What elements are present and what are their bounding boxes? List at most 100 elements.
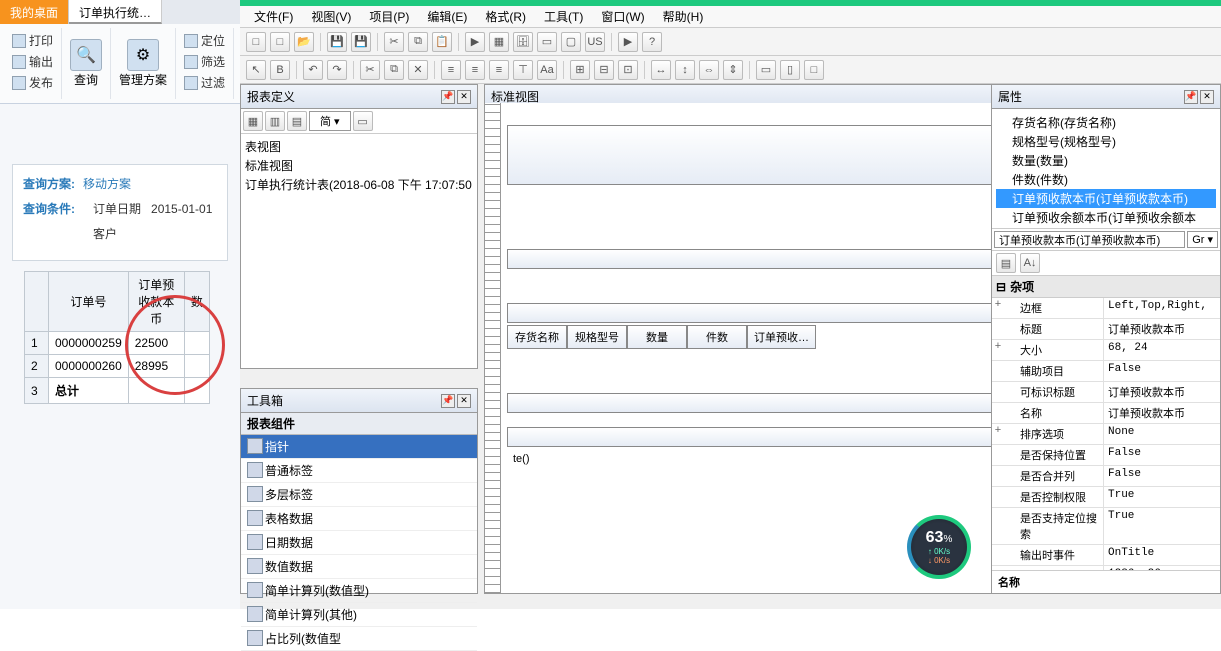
pin-icon[interactable]: 📌	[441, 90, 455, 104]
property-row[interactable]: 辅助项目False	[992, 361, 1220, 382]
property-value[interactable]: 订单预收款本币	[1104, 319, 1220, 339]
toolbox-item[interactable]: 简单计算列(数值型)	[241, 579, 477, 603]
property-row[interactable]: 是否保持位置False	[992, 445, 1220, 466]
property-row[interactable]: 名称订单预收款本币	[992, 403, 1220, 424]
col-prepay[interactable]: 订单预收款本币	[128, 272, 184, 332]
ribbon-locate[interactable]: 定位	[182, 30, 227, 51]
toolbox-item[interactable]: 指针	[241, 435, 477, 459]
copy2-icon[interactable]: ⧉	[384, 60, 404, 80]
size3-icon[interactable]: □	[804, 60, 824, 80]
field-tree-item[interactable]: 数量(数量)	[996, 151, 1216, 170]
menu-format[interactable]: 格式(R)	[477, 6, 534, 27]
align-right-icon[interactable]: ≡	[489, 60, 509, 80]
ribbon-publish[interactable]: 发布	[10, 72, 55, 93]
tab-desktop[interactable]: 我的桌面	[0, 0, 69, 24]
rpt-btn3[interactable]: ▤	[287, 111, 307, 131]
grid-icon[interactable]: ▦	[489, 32, 509, 52]
expand-icon[interactable]: +	[992, 424, 1004, 444]
property-row[interactable]: 可标识标题订单预收款本币	[992, 382, 1220, 403]
pin-icon[interactable]: 📌	[441, 394, 455, 408]
property-value[interactable]: Left,Top,Right,	[1104, 298, 1220, 318]
close-icon[interactable]: ✕	[457, 394, 471, 408]
expand-icon[interactable]	[992, 403, 1004, 423]
ribbon-plan[interactable]: ⚙ 管理方案	[111, 28, 176, 99]
property-value[interactable]: False	[1104, 361, 1220, 381]
layout3-icon[interactable]: ⊡	[618, 60, 638, 80]
col-orderno[interactable]: 订单号	[49, 272, 129, 332]
property-value[interactable]: 订单预收款本币	[1104, 382, 1220, 402]
menu-tools[interactable]: 工具(T)	[536, 6, 591, 27]
table-row[interactable]: 2 0000000260 28995	[25, 355, 210, 378]
redo-icon[interactable]: ↷	[327, 60, 347, 80]
help-icon[interactable]: ?	[642, 32, 662, 52]
toolbox-item[interactable]: 日期数据	[241, 531, 477, 555]
property-row[interactable]: +大小68, 24	[992, 340, 1220, 361]
design-column-header[interactable]: 存货名称	[507, 325, 567, 349]
tab-order[interactable]: 订单执行统…	[69, 0, 162, 24]
menu-project[interactable]: 项目(P)	[361, 6, 417, 27]
open-icon[interactable]: 📂	[294, 32, 314, 52]
rpt-line3[interactable]: 订单执行统计表(2018-06-08 下午 17:07:50	[245, 176, 473, 195]
saveall-icon[interactable]: 💾	[351, 32, 371, 52]
property-row[interactable]: +边框Left,Top,Right,	[992, 298, 1220, 319]
field-tree-item[interactable]: 规格型号(规格型号)	[996, 132, 1216, 151]
ribbon-export[interactable]: 输出	[10, 51, 55, 72]
paste-icon[interactable]: 📋	[432, 32, 452, 52]
expand-icon[interactable]	[992, 382, 1004, 402]
query-date-value[interactable]: 2015-01-01	[151, 202, 212, 216]
delete-icon[interactable]: ✕	[408, 60, 428, 80]
menu-window[interactable]: 窗口(W)	[593, 6, 652, 27]
expand-icon[interactable]	[992, 466, 1004, 486]
cut-icon[interactable]: ✂	[384, 32, 404, 52]
rpt-dropdown[interactable]: 简 ▾	[309, 111, 351, 131]
field-tree[interactable]: 存货名称(存货名称)规格型号(规格型号)数量(数量)件数(件数)订单预收款本币(…	[992, 109, 1220, 229]
font-icon[interactable]: Aa	[537, 60, 557, 80]
pin-icon[interactable]: 📌	[1184, 90, 1198, 104]
property-row[interactable]: 输出时事件OnTitle	[992, 545, 1220, 566]
property-row[interactable]: 是否合并列False	[992, 466, 1220, 487]
property-value[interactable]: None	[1104, 424, 1220, 444]
spacing2-icon[interactable]: ↕	[675, 60, 695, 80]
toolbox-item[interactable]: 占比列(数值型	[241, 627, 477, 651]
toolbox-item[interactable]: 数值数据	[241, 555, 477, 579]
menu-view[interactable]: 视图(V)	[303, 6, 359, 27]
design-column-header[interactable]: 规格型号	[567, 325, 627, 349]
property-row[interactable]: 是否支持定位搜索True	[992, 508, 1220, 545]
property-row[interactable]: 是否控制权限True	[992, 487, 1220, 508]
query-plan-value[interactable]: 移动方案	[83, 175, 131, 192]
field-type-tag[interactable]: Gr ▾	[1187, 231, 1218, 248]
rpt-btn2[interactable]: ▥	[265, 111, 285, 131]
field-tree-item[interactable]: 订单预收余额本币(订单预收余额本	[996, 208, 1216, 227]
align-top-icon[interactable]: ⊤	[513, 60, 533, 80]
field-tree-item[interactable]: 存货名称(存货名称)	[996, 113, 1216, 132]
layout2-icon[interactable]: ⊟	[594, 60, 614, 80]
menu-file[interactable]: 文件(F)	[246, 6, 301, 27]
copy-icon[interactable]: ⧉	[408, 32, 428, 52]
pointer-icon[interactable]: ↖	[246, 60, 266, 80]
table-row[interactable]: 3 总计	[25, 378, 210, 404]
table-row[interactable]: 1 0000000259 22500	[25, 332, 210, 355]
property-value[interactable]: 68, 24	[1104, 340, 1220, 360]
layout1-icon[interactable]: ⊞	[570, 60, 590, 80]
run-icon[interactable]: ▶	[618, 32, 638, 52]
close-icon[interactable]: ✕	[457, 90, 471, 104]
expand-icon[interactable]	[992, 361, 1004, 381]
selected-field-input[interactable]	[994, 231, 1185, 248]
save-icon[interactable]: 💾	[327, 32, 347, 52]
align-center-icon[interactable]: ≡	[465, 60, 485, 80]
expand-icon[interactable]	[992, 508, 1004, 544]
spacing3-icon[interactable]: ⇔	[699, 60, 719, 80]
toolbox-category[interactable]: 报表组件	[241, 413, 477, 435]
ribbon-query[interactable]: 🔍 查询	[62, 28, 111, 99]
toolbox-item[interactable]: 简单计算列(其他)	[241, 603, 477, 627]
sort-cat-icon[interactable]: ▤	[996, 253, 1016, 273]
design-column-header[interactable]: 件数	[687, 325, 747, 349]
undo-icon[interactable]: ↶	[303, 60, 323, 80]
new2-icon[interactable]: □	[270, 32, 290, 52]
rpt-line1[interactable]: 表视图	[245, 138, 473, 157]
us-icon[interactable]: US	[585, 32, 605, 52]
toolbox-item[interactable]: 普通标签	[241, 459, 477, 483]
bold-icon[interactable]: B	[270, 60, 290, 80]
spacing1-icon[interactable]: ↔	[651, 60, 671, 80]
property-value[interactable]: OnTitle	[1104, 545, 1220, 565]
